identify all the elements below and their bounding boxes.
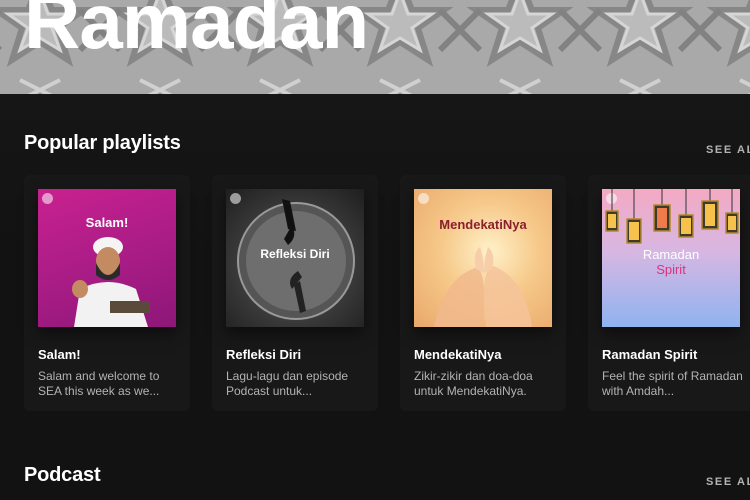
playlist-description: Salam and welcome to SEA this week as we… bbox=[38, 369, 160, 398]
playlist-card-mendekatinya[interactable]: MendekatiNya MendekatiNya Zikir-zikir da… bbox=[400, 175, 566, 411]
cover-title: Refleksi Diri bbox=[226, 247, 364, 261]
praying-hands-icon bbox=[434, 247, 532, 327]
playlist-cover-mendekatinya: MendekatiNya bbox=[414, 189, 552, 327]
playlist-title: Refleksi Diri bbox=[226, 347, 302, 362]
cover-title-text: Refleksi Diri bbox=[260, 247, 330, 261]
section-title-popular-playlists: Popular playlists bbox=[24, 132, 181, 154]
see-all-podcast-link[interactable]: SEE ALL bbox=[706, 476, 750, 488]
see-all-playlists-link[interactable]: SEE ALL bbox=[706, 144, 750, 156]
person-portrait-icon bbox=[72, 237, 150, 327]
playlist-cover-refleksi-diri: Refleksi Diri bbox=[226, 189, 364, 327]
page-title: Ramadan bbox=[24, 0, 369, 65]
cover-title-line2: Spirit bbox=[656, 262, 686, 277]
cover-title-line1: Ramadan bbox=[642, 247, 700, 262]
playlist-title: MendekatiNya bbox=[414, 347, 502, 362]
playlist-card-ramadan-spirit[interactable]: Ramadan Spirit Ramadan Spirit Feel the s… bbox=[588, 175, 750, 411]
playlist-description: Lagu-lagu dan episode Podcast untuk... bbox=[226, 369, 349, 398]
playlist-title: Ramadan Spirit bbox=[602, 347, 698, 362]
playlist-card-refleksi-diri[interactable]: Refleksi Diri Refleksi Diri Lagu-lagu da… bbox=[212, 175, 378, 411]
hero-banner: Ramadan bbox=[0, 0, 750, 94]
playlist-cover-salam: Salam! bbox=[38, 189, 176, 327]
playlist-card-salam[interactable]: Salam! Salam! Salam and welcome to SEA t… bbox=[24, 175, 190, 411]
playlist-title: Salam! bbox=[38, 347, 81, 362]
playlist-description: Feel the spirit of Ramadan with Amdah... bbox=[602, 369, 743, 398]
main-content: Popular playlists SEE ALL Salam! Salam! … bbox=[0, 94, 750, 500]
playlist-cover-ramadan-spirit: Ramadan Spirit bbox=[602, 189, 740, 327]
section-title-podcast: Podcast bbox=[24, 464, 101, 486]
playlist-description: Zikir-zikir dan doa-doa untuk MendekatiN… bbox=[414, 369, 533, 398]
